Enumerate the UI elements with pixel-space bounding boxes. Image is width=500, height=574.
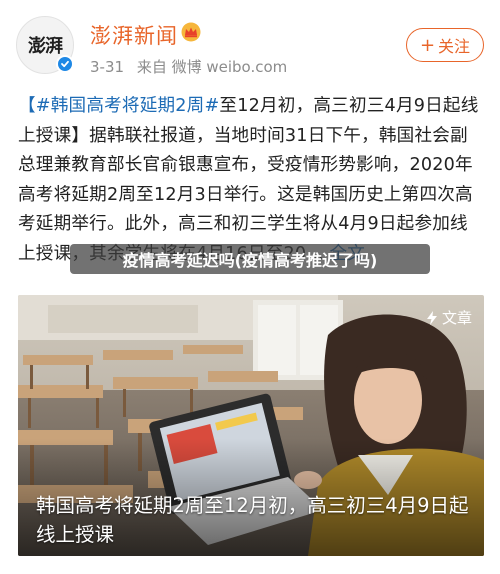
post-body: 【#韩国高考将延期2周#至12月初，高三初三4月9日起线上授课】据韩联社报道，当…	[18, 92, 484, 269]
topic-link[interactable]: 【#韩国高考将延期2周#	[18, 96, 219, 116]
article-image[interactable]: 文章 韩国高考将延期2周至12月初，高三初三4月9日起线上授课	[18, 295, 484, 556]
post-header: 澎湃 澎湃新闻 3-31 来自 微博 weibo.com + 关注	[0, 0, 500, 88]
lightning-icon	[426, 310, 437, 325]
overlay-title-text: 疫情高考延迟吗(疫情高考推迟了吗)	[122, 251, 378, 270]
crown-icon	[181, 22, 201, 42]
post-body-text: 至12月初，高三初三4月9日起线上授课】据韩联社报道，当地时间31日下午，韩国社…	[18, 96, 479, 264]
follow-label: 关注	[438, 37, 471, 56]
image-caption: 韩国高考将延期2周至12月初，高三初三4月9日起线上授课	[36, 494, 469, 546]
article-badge: 文章	[426, 307, 472, 328]
username[interactable]: 澎湃新闻	[90, 20, 178, 50]
follow-button[interactable]: + 关注	[406, 28, 484, 62]
plus-icon: +	[419, 34, 436, 56]
post-meta: 3-31 来自 微博 weibo.com	[90, 56, 295, 77]
verified-badge-icon	[56, 55, 74, 73]
article-badge-label: 文章	[441, 309, 472, 327]
post-date: 3-31	[90, 58, 125, 76]
overlay-title: 疫情高考延迟吗(疫情高考推迟了吗)	[70, 244, 430, 274]
post-source: 来自 微博 weibo.com	[136, 58, 288, 76]
